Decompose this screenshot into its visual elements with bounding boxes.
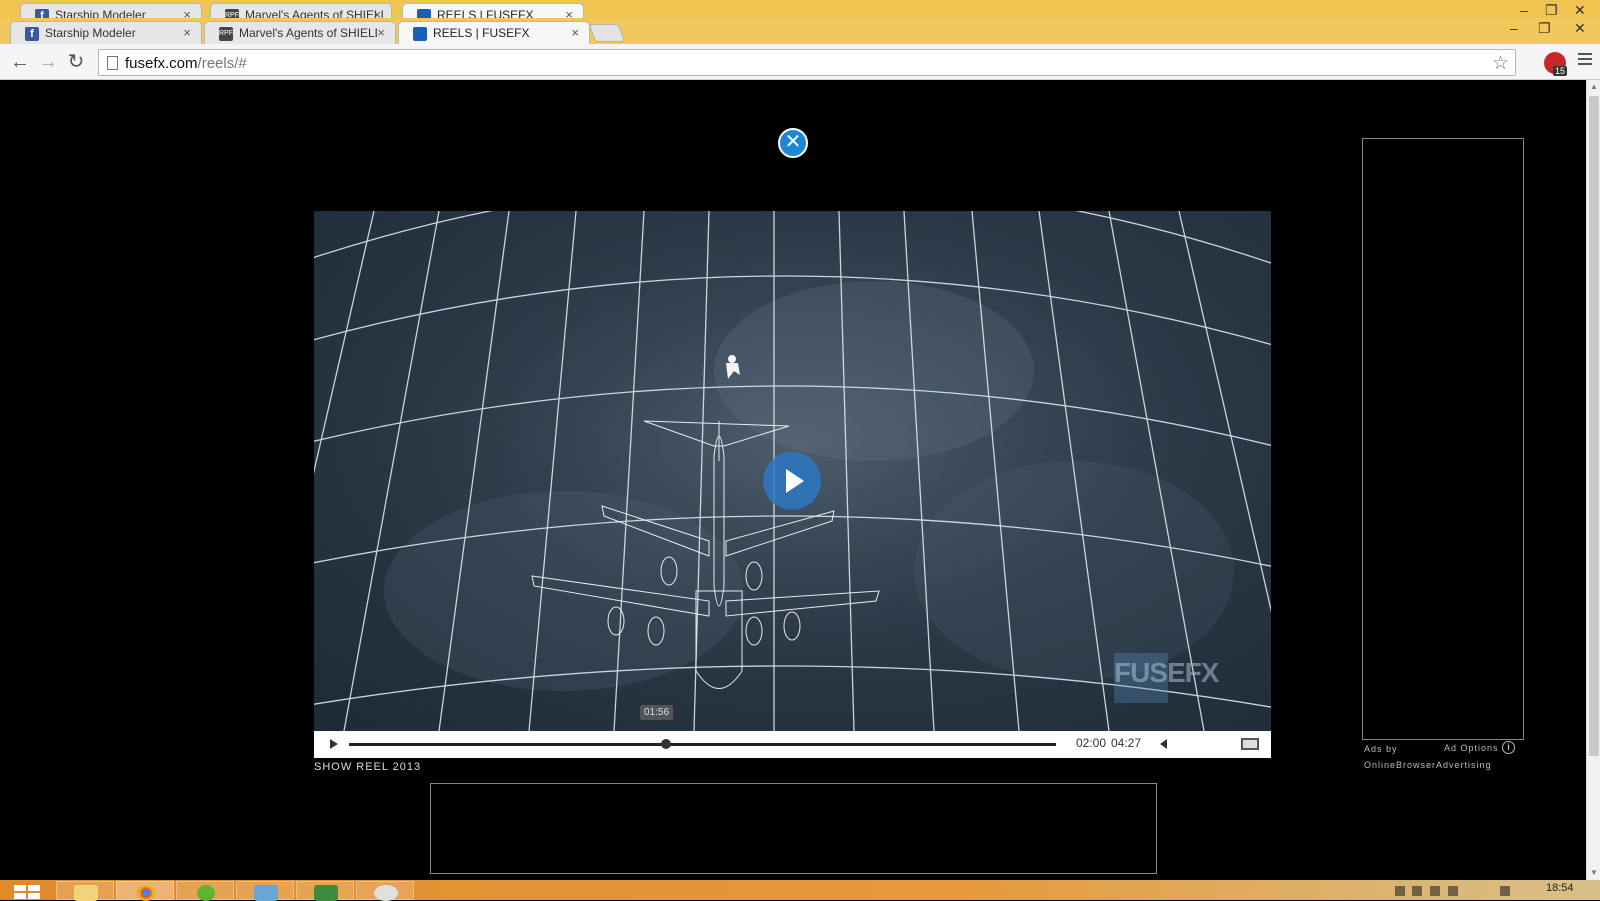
- tab-close-button[interactable]: ×: [183, 25, 191, 40]
- play-overlay-button[interactable]: [763, 452, 821, 510]
- ghost-restore-icon: ❐: [1545, 2, 1558, 18]
- progress-fill: [349, 743, 667, 746]
- ad-banner-bottom[interactable]: [430, 783, 1157, 874]
- video-controls: 02:00 04:27: [314, 731, 1271, 758]
- progress-bar[interactable]: [349, 739, 1056, 749]
- video-caption: SHOW REEL 2013: [314, 761, 422, 773]
- page-icon: [107, 56, 118, 70]
- tab-reels-fusefx[interactable]: REELS | FUSEFX ×: [398, 21, 590, 44]
- scroll-thumb[interactable]: [1589, 96, 1599, 756]
- tabbar-ghost: f Starship Modeler × RPF Marvel's Agents…: [0, 0, 1600, 20]
- scroll-up-icon[interactable]: ▲: [1590, 82, 1598, 91]
- url-host: fusefx.com: [125, 55, 198, 72]
- current-time: 02:00: [1076, 736, 1107, 750]
- browser-toolbar: ← → ↻ fusefx.com/reels/# ☆ 15: [0, 44, 1600, 80]
- address-bar[interactable]: fusefx.com/reels/# ☆: [98, 49, 1516, 76]
- paint-icon: [374, 885, 398, 901]
- tab-close-button[interactable]: ×: [377, 25, 385, 40]
- network-tray-icon[interactable]: [1430, 886, 1440, 896]
- chrome-icon: [137, 885, 155, 901]
- fusefx-icon: [413, 27, 427, 41]
- battery-tray-icon[interactable]: [1448, 886, 1458, 896]
- taskbar-excel[interactable]: [296, 881, 354, 901]
- taskbar-paint[interactable]: [356, 881, 414, 901]
- scroll-down-icon[interactable]: ▼: [1590, 868, 1598, 877]
- close-modal-button[interactable]: ✕: [778, 128, 808, 158]
- taskbar-file-explorer[interactable]: [56, 881, 114, 901]
- page-scrollbar[interactable]: ▲ ▼: [1586, 80, 1600, 880]
- ad-banner-side[interactable]: [1362, 138, 1524, 740]
- photos-icon: [254, 885, 278, 901]
- ads-provider-link[interactable]: OnlineBrowserAdvertising: [1364, 760, 1492, 770]
- rpf-icon: RPF: [219, 27, 233, 41]
- total-time: 04:27: [1111, 736, 1142, 750]
- bookmark-star-icon[interactable]: ☆: [1492, 52, 1509, 75]
- ghost-minimize-icon: –: [1520, 2, 1528, 18]
- minimize-button[interactable]: –: [1510, 20, 1518, 36]
- fusefx-watermark: FUSEFX: [1114, 657, 1219, 688]
- url-text[interactable]: fusefx.com/reels/#: [125, 55, 247, 72]
- info-icon[interactable]: i: [1502, 741, 1515, 754]
- windows-start-icon[interactable]: [14, 885, 42, 900]
- ghost-close-icon: ✕: [1574, 2, 1586, 18]
- back-button[interactable]: ←: [8, 50, 32, 74]
- page-content: ✕ FUSEFX 01:56 02:00 04:27 SHOW REEL 201…: [0, 80, 1586, 880]
- taskbar-clock[interactable]: 18:54: [1546, 882, 1574, 894]
- url-path: /reels/#: [197, 55, 247, 72]
- tab-agents-of-shield[interactable]: RPF Marvel's Agents of SHIELD ×: [204, 21, 396, 44]
- play-icon[interactable]: [330, 739, 338, 749]
- tab-close-button[interactable]: ×: [571, 25, 579, 40]
- progress-handle[interactable]: [661, 739, 672, 749]
- dropbox-tray-icon[interactable]: [1395, 886, 1405, 896]
- extension-badge: 15: [1553, 66, 1568, 76]
- window-close-button[interactable]: ✕: [1574, 20, 1586, 37]
- excel-icon: [314, 885, 338, 901]
- fullscreen-icon[interactable]: [1241, 738, 1259, 750]
- file-explorer-icon: [74, 885, 98, 901]
- reload-button[interactable]: ↻: [64, 50, 88, 74]
- flag-tray-icon[interactable]: [1412, 886, 1422, 896]
- video-player[interactable]: FUSEFX 01:56: [314, 211, 1271, 731]
- ads-by-label: Ads by: [1364, 744, 1398, 754]
- tab-strip: f Starship Modeler × RPF Marvel's Agents…: [0, 18, 1600, 44]
- menu-icon[interactable]: [1578, 53, 1592, 68]
- volume-icon[interactable]: [1160, 739, 1167, 749]
- tab-label: REELS | FUSEFX: [433, 26, 530, 40]
- new-tab-button[interactable]: [588, 24, 626, 42]
- taskbar-chrome[interactable]: [116, 881, 174, 901]
- seek-hover-time: 01:56: [640, 705, 674, 720]
- ad-options-link[interactable]: Ad Options: [1444, 743, 1499, 753]
- taskbar-photos[interactable]: [236, 881, 294, 901]
- forward-button[interactable]: →: [36, 50, 60, 74]
- volume-tray-icon[interactable]: [1500, 886, 1510, 896]
- tab-label: Marvel's Agents of SHIELD: [239, 26, 377, 40]
- tab-label: Starship Modeler: [45, 26, 136, 40]
- windows-taskbar: 18:54: [0, 880, 1600, 901]
- taskbar-utorrent[interactable]: [176, 881, 234, 901]
- browser-chrome: f Starship Modeler × RPF Marvel's Agents…: [0, 0, 1600, 80]
- restore-button[interactable]: ❐: [1538, 20, 1551, 37]
- tab-starship-modeler[interactable]: f Starship Modeler ×: [10, 21, 202, 44]
- utorrent-icon: [197, 885, 215, 901]
- facebook-icon: f: [25, 27, 39, 41]
